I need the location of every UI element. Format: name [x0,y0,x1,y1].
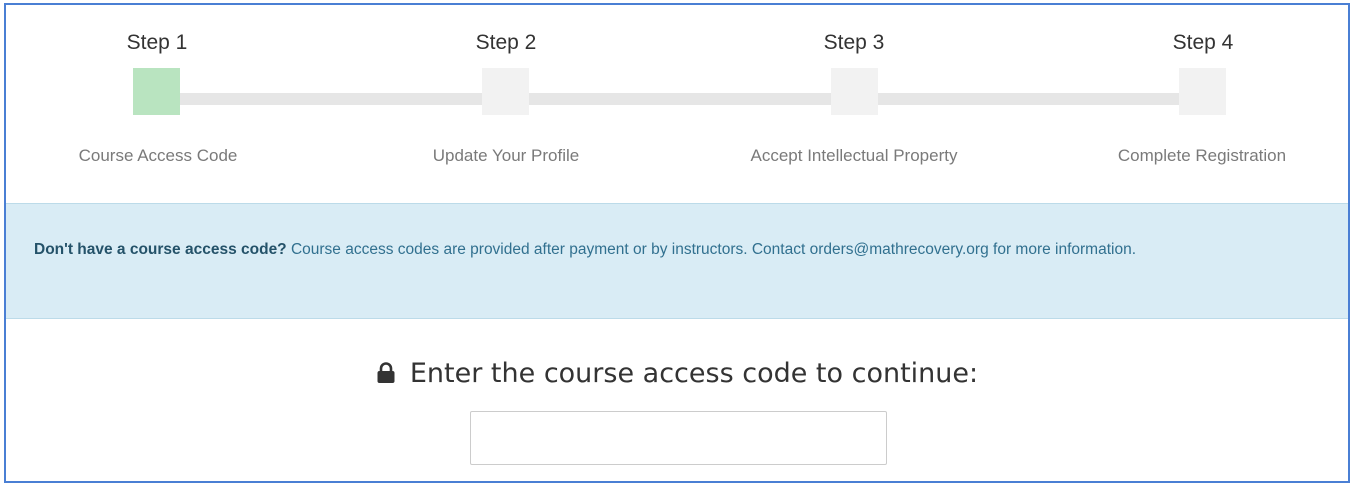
step-3-title: Step 3 [823,31,885,54]
step-2-indicator[interactable] [482,68,529,115]
registration-frame: Step 1 Course Access Code Step 2 Update … [4,3,1350,483]
step-3-label: Accept Intellectual Property [750,146,958,165]
registration-wizard: Step 1 Course Access Code Step 2 Update … [6,5,1348,203]
lock-icon [376,360,396,391]
step-1-title: Step 1 [126,31,188,54]
step-2-label: Update Your Profile [432,146,580,165]
notice-heading: Don't have a course access code? [34,241,287,258]
access-code-section: Enter the course access code to continue… [6,319,1348,489]
access-code-notice: Don't have a course access code? Course … [6,203,1348,319]
access-code-prompt: Enter the course access code to continue… [6,358,1348,391]
step-4-indicator[interactable] [1179,68,1226,115]
access-code-input[interactable] [470,411,887,465]
step-3-indicator[interactable] [831,68,878,115]
progress-track [156,93,1204,105]
step-1-indicator[interactable] [133,68,180,115]
step-4-title: Step 4 [1172,31,1234,54]
step-4-label: Complete Registration [1117,146,1287,165]
step-1-label: Course Access Code [78,146,238,165]
access-code-prompt-text: Enter the course access code to continue… [409,358,979,389]
step-2-title: Step 2 [475,31,537,54]
notice-text: Course access codes are provided after p… [286,241,1137,258]
